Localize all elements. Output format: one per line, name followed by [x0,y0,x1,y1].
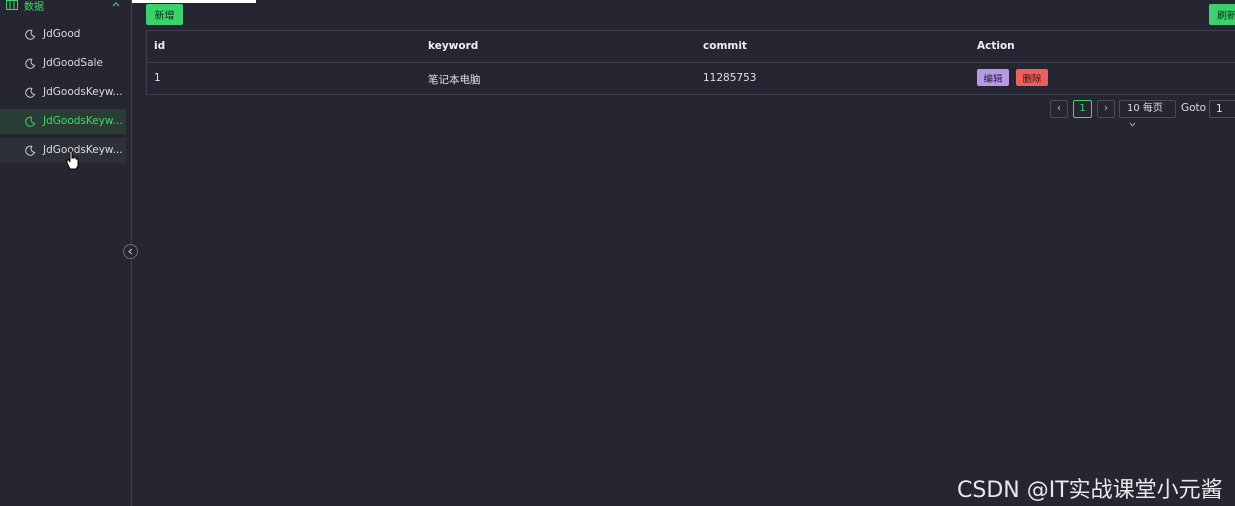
column-header-keyword[interactable]: keyword [428,40,478,52]
sidebar-group-label: 数据 [24,2,44,13]
goto-page-input[interactable] [1209,100,1235,118]
pagination-page-1[interactable]: 1 [1073,100,1092,118]
column-header-commit[interactable]: commit [703,40,747,52]
chevron-up-icon [112,2,120,7]
sidebar-collapse-button[interactable] [123,244,138,259]
sidebar-item-jdgoodsale[interactable]: JdGoodSale [0,51,126,76]
table-icon [6,0,18,10]
sidebar: 数据 JdGood JdGoodSale JdGoodsKeyw... JdGo… [0,0,132,506]
cell-id: 1 [154,72,161,84]
pagination-prev-button[interactable]: ‹ [1050,100,1068,118]
sidebar-item-label: JdGoodSale [43,57,103,69]
sidebar-item-jdgoodskeyword-2[interactable]: JdGoodsKeyw... [0,109,126,134]
moon-icon [25,116,36,127]
delete-button[interactable]: 删除 [1016,69,1048,86]
moon-icon [25,29,36,40]
moon-icon [25,87,36,98]
table-row: 1 笔记本电脑 11285753 编辑 删除 [147,62,1235,94]
edit-button[interactable]: 编辑 [977,69,1009,86]
refresh-button[interactable]: 刷新 [1209,4,1235,25]
add-button[interactable]: 新增 [146,4,183,25]
column-header-action: Action [977,40,1015,52]
sidebar-item-label: JdGoodsKeyw... [43,86,123,98]
data-table: id keyword commit Action 1 笔记本电脑 1128575… [146,30,1235,95]
pagination-next-button[interactable]: › [1097,100,1115,118]
moon-icon [25,145,36,156]
sidebar-item-jdgoodskeyword-3[interactable]: JdGoodsKeyw... [0,138,126,163]
column-header-id[interactable]: id [154,40,165,52]
chevron-down-icon [1129,122,1136,127]
sidebar-item-label: JdGoodsKeyw... [43,144,123,156]
sidebar-item-label: JdGood [43,28,81,40]
cell-commit: 11285753 [703,72,757,84]
moon-icon [25,58,36,69]
sidebar-item-jdgood[interactable]: JdGood [0,22,126,47]
hand-cursor-icon [66,150,79,170]
sidebar-item-label: JdGoodsKeyw... [43,115,123,127]
cell-keyword: 笔记本电脑 [428,74,481,86]
sidebar-item-jdgoodskeyword-1[interactable]: JdGoodsKeyw... [0,80,126,105]
page-size-select[interactable]: 10 每页 [1119,100,1176,127]
sidebar-group-data[interactable]: 数据 [0,0,131,14]
chevron-left-icon [128,248,133,255]
page-size-value: 10 每页 [1127,103,1163,114]
watermark: CSDN @IT实战课堂小元酱 [957,478,1223,503]
table-header: id keyword commit Action [147,31,1235,63]
goto-label: Goto [1181,102,1207,114]
